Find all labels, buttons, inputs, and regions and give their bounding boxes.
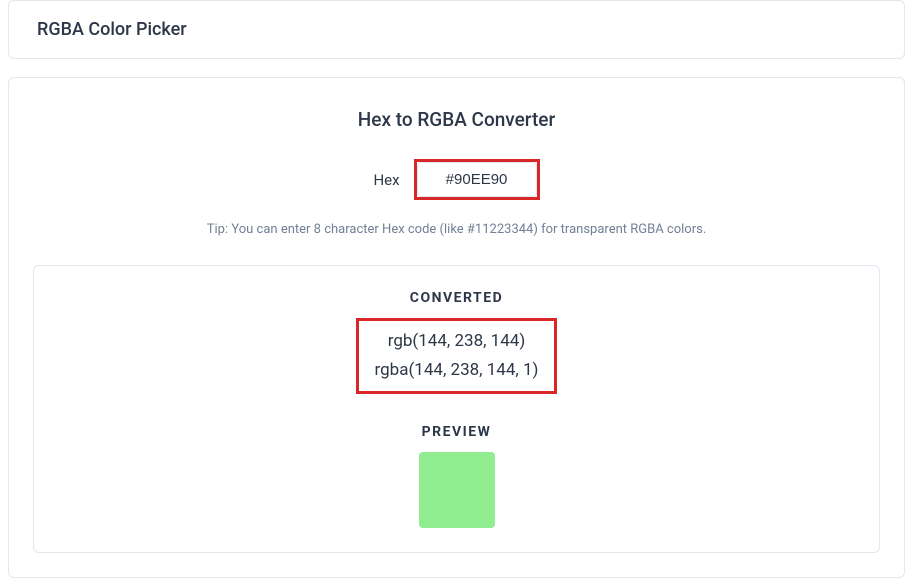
page-title: RGBA Color Picker (37, 19, 876, 40)
preview-heading: PREVIEW (58, 424, 855, 440)
preview-swatch (419, 452, 495, 528)
header-card: RGBA Color Picker (8, 0, 905, 59)
converted-highlight: rgb(144, 238, 144) rgba(144, 238, 144, 1… (356, 318, 558, 394)
section-title: Hex to RGBA Converter (33, 108, 880, 131)
hex-input-row: Hex (33, 159, 880, 200)
hex-input-highlight (414, 159, 540, 200)
converted-heading: CONVERTED (58, 290, 855, 306)
tip-text: Tip: You can enter 8 character Hex code … (33, 222, 880, 237)
hex-label: Hex (373, 171, 399, 189)
converter-card: Hex to RGBA Converter Hex Tip: You can e… (8, 77, 905, 578)
result-card: CONVERTED rgb(144, 238, 144) rgba(144, 2… (33, 265, 880, 553)
rgba-value: rgba(144, 238, 144, 1) (375, 356, 539, 385)
hex-input[interactable] (417, 162, 537, 197)
rgb-value: rgb(144, 238, 144) (375, 327, 539, 356)
